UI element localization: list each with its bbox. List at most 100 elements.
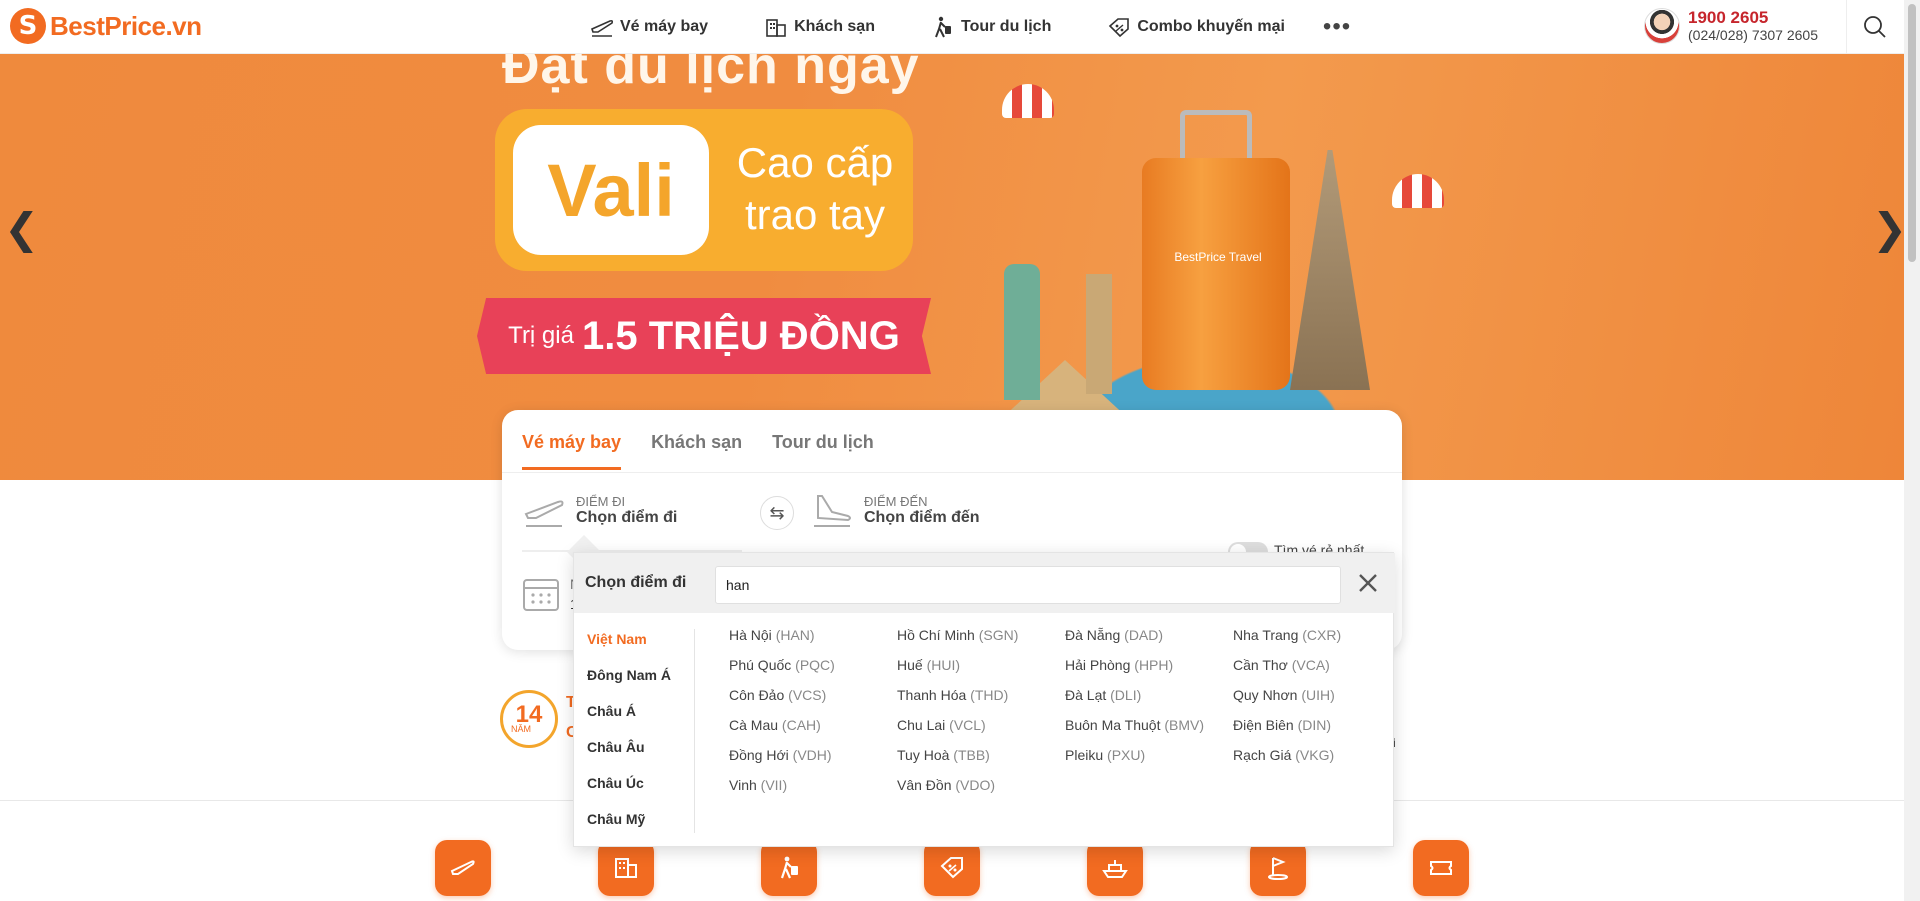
nav-label: Tour du lịch <box>960 18 1052 35</box>
site-header: S BestPrice.vn Vé máy bay Khách sạn Tour… <box>0 0 1904 54</box>
city-option[interactable]: Thanh Hóa (THD) <box>897 687 1008 703</box>
eiffel-tower-illustration <box>1290 150 1370 390</box>
destination-value: Chọn điểm đến <box>864 508 980 526</box>
service-button-hotel[interactable] <box>598 840 654 896</box>
city-option[interactable]: Quy Nhơn (UIH) <box>1233 687 1335 703</box>
city-name: Rạch Giá <box>1233 747 1292 763</box>
city-option[interactable]: Hà Nội (HAN) <box>729 627 815 643</box>
city-name: Đồng Hới <box>729 747 789 763</box>
hotel-icon <box>766 19 786 37</box>
region-item[interactable]: Châu Úc <box>587 775 644 791</box>
city-option[interactable]: Huế (HUI) <box>897 657 960 673</box>
city-option[interactable]: Đồng Hới (VDH) <box>729 747 832 763</box>
nav-item-combos[interactable]: Combo khuyến mại <box>1107 16 1285 38</box>
ticket-percent-icon <box>1109 18 1130 38</box>
service-button-cruise-ship[interactable] <box>1087 840 1143 896</box>
price-ribbon: Trị giá 1.5 TRIỆU ĐỒNG <box>477 298 931 374</box>
header-divider <box>1846 0 1847 54</box>
brand-logo[interactable]: S BestPrice.vn <box>10 8 202 44</box>
destination-label: Điểm đến <box>864 493 928 509</box>
price-value: 1.5 TRIỆU ĐỒNG <box>581 313 900 358</box>
search-icon[interactable] <box>1862 14 1888 40</box>
airport-code: (VCS) <box>788 687 827 703</box>
airport-code: (PXU) <box>1107 747 1146 763</box>
hotline-block[interactable]: 1900 2605 (024/028) 7307 2605 <box>1644 8 1818 44</box>
service-button-golf[interactable] <box>1250 840 1306 896</box>
city-option[interactable]: Điện Biên (DIN) <box>1233 717 1331 733</box>
search-tabs: Vé máy bay Khách sạn Tour du lịch <box>522 432 874 470</box>
hotline-text: 1900 2605 (024/028) 7307 2605 <box>1688 7 1818 44</box>
tab-tours[interactable]: Tour du lịch <box>772 432 874 470</box>
scroll-thumb[interactable] <box>1908 4 1916 262</box>
city-option[interactable]: Pleiku (PXU) <box>1065 747 1145 763</box>
nav-label: Combo khuyến mại <box>1137 18 1285 35</box>
plane-icon <box>450 860 475 875</box>
dropdown-separator <box>694 629 695 833</box>
city-option[interactable]: Rạch Giá (VKG) <box>1233 747 1334 763</box>
city-option[interactable]: Vinh (VII) <box>729 777 787 793</box>
dropdown-title: Chọn điểm đi <box>585 574 687 591</box>
city-option[interactable]: Côn Đảo (VCS) <box>729 687 826 703</box>
origin-search-input[interactable] <box>715 566 1341 604</box>
vali-word: Vali <box>513 125 709 255</box>
airport-code: (CAH) <box>781 717 821 733</box>
nav-item-flights[interactable]: Vé máy bay <box>590 16 708 38</box>
city-name: Thanh Hóa <box>897 687 967 703</box>
city-option[interactable]: Chu Lai (VCL) <box>897 717 986 733</box>
page-scrollbar[interactable] <box>1904 0 1920 901</box>
service-button-plane[interactable] <box>435 840 491 896</box>
city-option[interactable]: Buôn Ma Thuột (BMV) <box>1065 717 1204 733</box>
city-option[interactable]: Đà Nẵng (DAD) <box>1065 627 1163 643</box>
city-option[interactable]: Phú Quốc (PQC) <box>729 657 835 673</box>
award-unit: NĂM <box>511 724 531 734</box>
close-icon[interactable] <box>1354 569 1382 597</box>
airport-code: (VKG) <box>1295 747 1335 763</box>
city-option[interactable]: Vân Đồn (VDO) <box>897 777 995 793</box>
carousel-next-icon[interactable]: ❯ <box>1872 204 1904 253</box>
tab-hotels[interactable]: Khách sạn <box>651 432 742 470</box>
city-option[interactable]: Nha Trang (CXR) <box>1233 627 1341 643</box>
city-name: Tuy Hoà <box>897 747 950 763</box>
nav-label: Khách sạn <box>794 18 875 35</box>
region-item[interactable]: Đông Nam Á <box>587 667 671 683</box>
carousel-prev-icon[interactable]: ❮ <box>4 204 39 253</box>
voucher-icon <box>1430 861 1452 875</box>
airport-code: (VII) <box>760 777 788 793</box>
service-button-ticket-percent[interactable] <box>924 840 980 896</box>
airport-code: (VCL) <box>949 717 986 733</box>
origin-field[interactable]: Điểm đi Chọn điểm đi <box>522 490 677 530</box>
airport-code: (SGN) <box>978 627 1019 643</box>
city-name: Hải Phòng <box>1065 657 1131 673</box>
region-item[interactable]: Việt Nam <box>587 631 647 647</box>
more-menu-icon[interactable]: ••• <box>1323 13 1351 41</box>
region-item[interactable]: Châu Á <box>587 703 636 719</box>
calendar-icon[interactable] <box>522 576 560 612</box>
city-name: Quy Nhơn <box>1233 687 1298 703</box>
hotline-number: 1900 2605 <box>1688 7 1769 27</box>
logo-text: BestPrice.vn <box>50 10 202 41</box>
service-button-voucher[interactable] <box>1413 840 1469 896</box>
origin-value: Chọn điểm đi <box>576 508 678 526</box>
destination-text: Điểm đến Chọn điểm đến <box>864 494 980 527</box>
city-name: Chu Lai <box>897 717 946 733</box>
city-option[interactable]: Đà Lạt (DLI) <box>1065 687 1141 703</box>
nav-item-tours[interactable]: Tour du lịch <box>931 16 1051 38</box>
airport-code: (VCA) <box>1291 657 1330 673</box>
airport-code: (HPH) <box>1134 657 1174 673</box>
city-name: Nha Trang <box>1233 627 1299 643</box>
region-item[interactable]: Châu Âu <box>587 739 645 755</box>
city-option[interactable]: Tuy Hoà (TBB) <box>897 747 990 763</box>
tab-flights[interactable]: Vé máy bay <box>522 432 622 470</box>
region-item[interactable]: Châu Mỹ <box>587 811 645 827</box>
city-option[interactable]: Cà Mau (CAH) <box>729 717 821 733</box>
swap-icon[interactable]: ⇆ <box>760 496 794 530</box>
city-name: Cần Thơ <box>1233 657 1288 673</box>
city-option[interactable]: Hồ Chí Minh (SGN) <box>897 627 1018 643</box>
destination-field[interactable]: Điểm đến Chọn điểm đến <box>810 490 980 530</box>
service-button-traveler[interactable] <box>761 840 817 896</box>
city-option[interactable]: Cần Thơ (VCA) <box>1233 657 1330 673</box>
nav-label: Vé máy bay <box>620 18 709 35</box>
city-name: Huế <box>897 657 923 673</box>
nav-item-hotels[interactable]: Khách sạn <box>764 16 875 38</box>
city-option[interactable]: Hải Phòng (HPH) <box>1065 657 1173 673</box>
